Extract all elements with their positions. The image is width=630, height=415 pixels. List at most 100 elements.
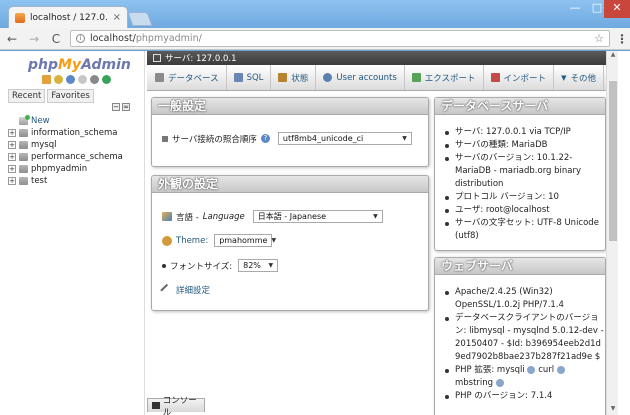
sql-docs-icon[interactable] — [78, 75, 87, 84]
collapse-all-icon[interactable]: − — [112, 103, 120, 111]
chevron-down-icon: ▼ — [402, 135, 407, 142]
tree-item-label[interactable]: phpmyadmin — [31, 164, 87, 174]
menu-status-label: 状態 — [291, 73, 309, 84]
server-label[interactable]: サーバ: 127.0.0.1 — [165, 52, 237, 64]
font-size-label: フォントサイズ: — [170, 261, 233, 272]
url-host: localhost/ — [90, 33, 136, 44]
menu-sql-label: SQL — [246, 72, 264, 83]
reload-navigation-icon[interactable] — [102, 75, 111, 84]
tree-item-label[interactable]: information_schema — [31, 128, 118, 138]
forward-icon[interactable]: → — [26, 31, 42, 47]
language-select[interactable]: 日本語 - Japanese ▼ — [252, 210, 383, 223]
language-icon — [162, 212, 172, 221]
console-toggle[interactable]: コンソール — [147, 396, 205, 415]
scrollbar-thumb[interactable] — [609, 81, 617, 241]
expand-icon[interactable]: + — [8, 129, 16, 137]
tree-item-label[interactable]: test — [31, 176, 47, 186]
menu-sql[interactable]: SQL — [227, 65, 272, 90]
collation-row: サーバ接続の照合順序 ? utf8mb4_unicode_ci ▼ — [162, 132, 412, 145]
charset-item: サーバの文字セット: UTF-8 Unicode (utf8) — [445, 217, 605, 243]
reload-icon[interactable]: C — [48, 31, 64, 47]
database-server-panel: データベースサーバ サーバ: 127.0.0.1 via TCP/IP サーバの… — [434, 97, 606, 251]
page: phpMyAdmin Recent Favorites − ∞ New + inf… — [0, 51, 630, 415]
expand-icon[interactable]: + — [8, 165, 16, 173]
tree-item-performance-schema[interactable]: + performance_schema — [8, 151, 123, 163]
recent-tab[interactable]: Recent — [8, 89, 46, 103]
home-icon[interactable] — [42, 75, 51, 84]
link-with-main-icon[interactable]: ∞ — [122, 103, 130, 111]
settings-gear-icon[interactable] — [90, 75, 99, 84]
window-close-icon[interactable]: ✕ — [604, 0, 630, 18]
address-url[interactable]: localhost/phpmyadmin/ — [90, 33, 589, 44]
tree-item-test[interactable]: + test — [8, 175, 123, 187]
browser-titlebar: localhost / 127.0.0.1 × — □ ✕ — [0, 0, 630, 28]
tree-item-label[interactable]: performance_schema — [31, 152, 123, 162]
tree-item-mysql[interactable]: + mysql — [8, 139, 123, 151]
scroll-up-icon[interactable]: ▲ — [607, 51, 619, 61]
more-arrow-icon: ▼ — [561, 73, 567, 82]
appearance-settings-panel: 外観の設定 言語 - Language 日本語 - Japanese ▼ Them… — [151, 175, 429, 311]
logo-admin: Admin — [81, 57, 131, 73]
phpmyadmin-logo[interactable]: phpMyAdmin — [28, 57, 131, 73]
documentation-icon[interactable] — [66, 75, 75, 84]
tree-item-phpmyadmin[interactable]: + phpmyadmin — [8, 163, 123, 175]
tree-item-label[interactable]: New — [31, 116, 50, 126]
help-icon[interactable] — [495, 378, 504, 387]
tree-item-label[interactable]: mysql — [31, 140, 57, 150]
server-version-item: サーバのバージョン: 10.1.22-MariaDB - mariadb.org… — [445, 152, 605, 191]
favorites-tab[interactable]: Favorites — [47, 89, 94, 103]
logout-icon[interactable] — [54, 75, 63, 84]
browser-menu-icon[interactable]: ⋮ — [616, 32, 628, 46]
vertical-scrollbar[interactable]: ▲ ▼ — [606, 51, 618, 415]
menu-more-label: その他 — [570, 73, 596, 84]
help-icon[interactable]: ? — [260, 134, 270, 143]
new-tab-button[interactable] — [127, 12, 153, 26]
theme-select[interactable]: pmahomme ▼ — [214, 234, 276, 247]
menu-databases-label: データベース — [168, 73, 219, 84]
menu-more[interactable]: ▼ その他 — [554, 65, 604, 90]
expand-icon[interactable]: + — [8, 177, 16, 185]
help-icon[interactable] — [527, 365, 536, 374]
server-icon — [153, 54, 161, 62]
menu-status[interactable]: 状態 — [271, 65, 317, 90]
more-settings-row: 詳細設定 — [160, 283, 210, 297]
browser-tab[interactable]: localhost / 127.0.0.1 × — [8, 6, 128, 28]
font-size-row: フォントサイズ: 82% ▼ — [162, 259, 279, 272]
status-icon — [278, 73, 288, 82]
address-bar[interactable]: i localhost/phpmyadmin/ ☆ — [70, 30, 610, 47]
ext-curl: curl — [538, 365, 555, 375]
wrench-icon — [160, 283, 174, 297]
menu-export[interactable]: エクスポート — [405, 65, 484, 90]
menu-user-accounts[interactable]: User accounts — [316, 65, 405, 90]
help-icon[interactable] — [556, 365, 565, 374]
logo-my: My — [58, 57, 82, 73]
back-icon[interactable]: ← — [4, 31, 20, 47]
menu-export-label: エクスポート — [424, 73, 476, 84]
tree-item-information-schema[interactable]: + information_schema — [8, 127, 123, 139]
expand-icon[interactable]: + — [8, 141, 16, 149]
php-extensions-label: PHP 拡張: mysqli — [455, 365, 525, 375]
collation-label: サーバ接続の照合順序 — [172, 134, 257, 145]
tree-item-new[interactable]: New — [8, 115, 123, 127]
sql-icon — [233, 73, 243, 82]
logo-php: php — [28, 57, 59, 73]
menu-import-label: インポート — [503, 73, 547, 84]
database-server-list: サーバ: 127.0.0.1 via TCP/IP サーバの種類: MariaD… — [445, 126, 605, 243]
more-settings-link[interactable]: 詳細設定 — [176, 284, 210, 296]
database-icon — [19, 177, 28, 185]
menu-databases[interactable]: データベース — [147, 65, 227, 90]
font-size-select[interactable]: 82% ▼ — [238, 259, 279, 272]
server-type-item: サーバの種類: MariaDB — [445, 139, 605, 152]
scroll-down-icon[interactable]: ▼ — [607, 405, 619, 415]
user-item: ユーザ: root@localhost — [445, 204, 605, 217]
chevron-down-icon: ▼ — [373, 213, 378, 220]
page-info-icon[interactable]: i — [76, 34, 85, 43]
menu-import[interactable]: インポート — [484, 65, 555, 90]
tab-close-icon[interactable]: × — [113, 12, 121, 23]
theme-label[interactable]: Theme: — [176, 236, 208, 246]
expand-icon[interactable]: + — [8, 153, 16, 161]
collation-select[interactable]: utf8mb4_unicode_ci ▼ — [277, 132, 412, 145]
navigation-panel: phpMyAdmin Recent Favorites − ∞ New + inf… — [0, 51, 145, 415]
theme-palette-icon — [162, 235, 172, 246]
bookmark-star-icon[interactable]: ☆ — [594, 32, 604, 45]
